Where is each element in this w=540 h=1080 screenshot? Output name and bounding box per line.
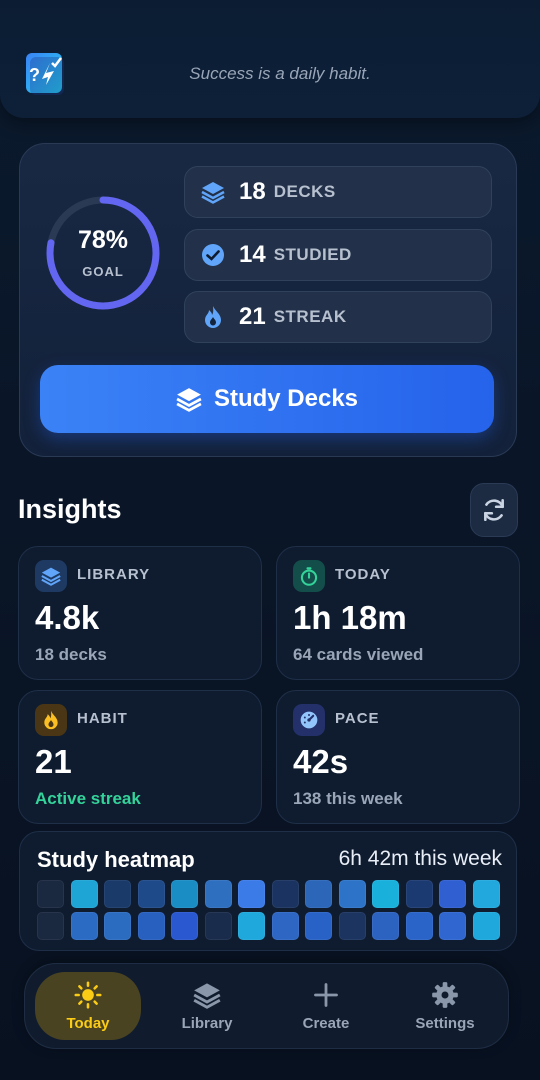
bottom-nav: Today Library Create Settings xyxy=(24,963,509,1049)
heatmap-cell xyxy=(271,912,299,940)
library-badge xyxy=(35,560,67,592)
heatmap-cell xyxy=(439,880,466,908)
study-heatmap-card: Study heatmap 6h 42m this week xyxy=(19,831,517,951)
svg-text:?: ? xyxy=(29,65,40,85)
heatmap-cell xyxy=(137,912,165,940)
pace-caption: PACE xyxy=(335,710,380,727)
habit-badge xyxy=(35,704,67,736)
heatmap-cell xyxy=(171,912,198,940)
heatmap-cell xyxy=(472,912,500,940)
heatmap-cell xyxy=(37,912,64,940)
layers-icon xyxy=(193,982,221,1009)
flame-icon xyxy=(44,710,58,730)
stat-decks-label: DECKS xyxy=(273,182,336,201)
nav-library[interactable]: Library xyxy=(154,972,260,1040)
today-badge xyxy=(293,560,325,592)
sun-icon xyxy=(74,980,102,1009)
habit-value: 21 xyxy=(35,743,72,780)
heatmap-title: Study heatmap xyxy=(37,847,195,872)
heatmap-total: 6h 42m this week xyxy=(338,847,502,870)
stat-decks: 18 DECKS xyxy=(184,166,492,218)
heatmap-cell xyxy=(405,880,433,908)
heatmap-cell xyxy=(204,880,232,908)
heatmap-cell xyxy=(472,880,500,908)
heatmap-cell xyxy=(439,912,466,940)
stat-studied: 14 STUDIED xyxy=(184,229,492,281)
heatmap-cell xyxy=(70,912,98,940)
refresh-icon xyxy=(484,498,504,522)
goal-percent: 78% xyxy=(77,226,129,254)
heatmap-cell xyxy=(238,880,265,908)
heatmap-cell xyxy=(338,880,366,908)
app-logo-icon: ? xyxy=(26,53,64,95)
pace-sub: 138 this week xyxy=(293,789,403,808)
heatmap-cell xyxy=(104,912,131,940)
heatmap-cell xyxy=(372,912,399,940)
today-value: 1h 18m xyxy=(293,599,407,636)
layers-icon xyxy=(41,567,61,586)
heatmap-cell xyxy=(238,912,265,940)
gauge-icon xyxy=(300,711,318,729)
heatmap-cell xyxy=(271,880,299,908)
nav-settings[interactable]: Settings xyxy=(392,972,498,1040)
study-decks-button[interactable]: Study Decks xyxy=(40,365,494,433)
insight-library-card[interactable]: LIBRARY 4.8k 18 decks xyxy=(18,546,262,680)
refresh-button[interactable] xyxy=(470,483,518,537)
goal-label: GOAL xyxy=(82,264,124,279)
heatmap-cell xyxy=(37,880,64,908)
heatmap-cell xyxy=(305,880,332,908)
heatmap-cell xyxy=(305,912,332,940)
nav-today[interactable]: Today xyxy=(35,972,141,1040)
insights-title: Insights xyxy=(18,494,122,524)
stat-streak-label: STREAK xyxy=(273,307,347,326)
heatmap-cell xyxy=(204,912,232,940)
heatmap-cell xyxy=(171,880,198,908)
pace-badge xyxy=(293,704,325,736)
stat-streak: 21 STREAK xyxy=(184,291,492,343)
nav-create[interactable]: Create xyxy=(273,972,379,1040)
layers-icon xyxy=(201,182,225,204)
gear-icon xyxy=(432,981,458,1008)
heatmap-cell xyxy=(405,912,433,940)
insight-today-card[interactable]: TODAY 1h 18m 64 cards viewed xyxy=(276,546,520,680)
library-value: 4.8k xyxy=(35,599,100,636)
insight-habit-card[interactable]: HABIT 21 Active streak xyxy=(18,690,262,824)
heatmap-cell xyxy=(104,880,131,908)
flame-icon xyxy=(205,306,221,328)
stat-studied-value: 14 xyxy=(239,241,266,268)
tagline: Success is a daily habit. xyxy=(189,64,371,83)
stat-studied-label: STUDIED xyxy=(273,245,352,264)
heatmap-cell xyxy=(338,912,366,940)
library-caption: LIBRARY xyxy=(77,566,151,583)
today-sub: 64 cards viewed xyxy=(293,645,424,664)
insight-pace-card[interactable]: PACE 42s 138 this week xyxy=(276,690,520,824)
heatmap-cell xyxy=(137,880,165,908)
stat-decks-value: 18 xyxy=(239,178,266,205)
study-decks-label: Study Decks xyxy=(213,385,359,412)
app-header: ? Success is a daily habit. xyxy=(0,0,540,118)
habit-sub: Active streak xyxy=(35,789,141,808)
today-caption: TODAY xyxy=(335,566,391,583)
nav-library-label: Library xyxy=(181,1014,233,1032)
nav-today-label: Today xyxy=(66,1014,110,1032)
plus-icon xyxy=(314,982,338,1007)
nav-create-label: Create xyxy=(302,1014,350,1032)
habit-caption: HABIT xyxy=(77,710,128,727)
library-sub: 18 decks xyxy=(35,645,107,664)
heatmap-cell xyxy=(372,880,399,908)
check-circle-icon xyxy=(202,244,224,266)
stopwatch-icon xyxy=(300,567,318,586)
layers-icon xyxy=(176,388,202,412)
pace-value: 42s xyxy=(293,743,349,780)
nav-settings-label: Settings xyxy=(415,1014,475,1032)
stat-streak-value: 21 xyxy=(239,303,266,330)
heatmap-cell xyxy=(70,880,98,908)
